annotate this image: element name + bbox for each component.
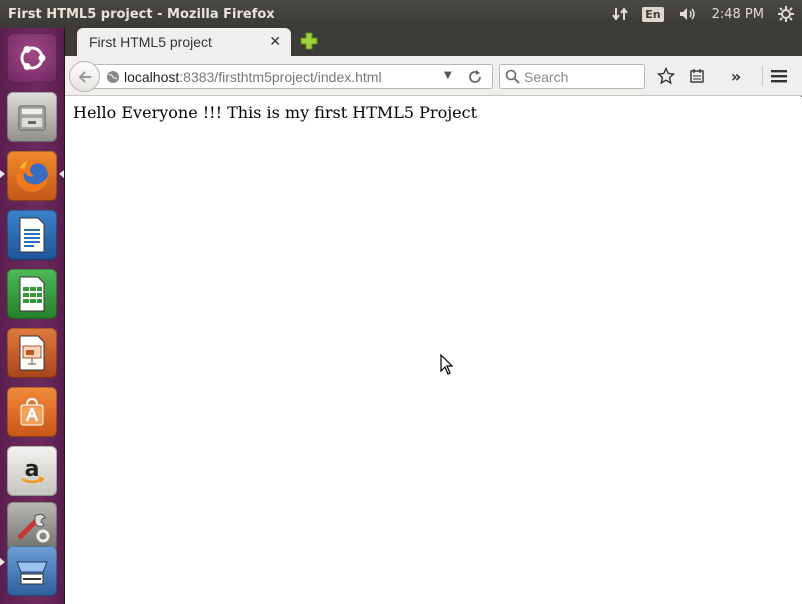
navigation-toolbar: localhost:8383/firsthtm5project/index.ht… bbox=[65, 56, 802, 96]
mouse-pointer-icon bbox=[440, 354, 454, 375]
ubuntu-logo-icon bbox=[20, 46, 46, 70]
clock[interactable]: 2:48 PM bbox=[712, 7, 764, 22]
network-icon[interactable] bbox=[612, 6, 629, 22]
workspaces-icon bbox=[16, 561, 48, 585]
calc-icon bbox=[19, 276, 45, 312]
url-host: localhost bbox=[124, 69, 180, 85]
launcher-item-dash[interactable] bbox=[7, 33, 57, 83]
url-path: :8383/firsthtm5project/index.html bbox=[179, 69, 382, 85]
hamburger-menu-icon[interactable] bbox=[767, 64, 791, 88]
launcher-item-amazon[interactable]: a bbox=[7, 446, 57, 496]
launcher-item-firefox[interactable] bbox=[7, 151, 57, 201]
globe-icon bbox=[107, 71, 119, 83]
back-button[interactable] bbox=[69, 61, 100, 92]
firefox-icon bbox=[16, 160, 48, 192]
focused-indicator bbox=[59, 170, 64, 178]
new-tab-icon[interactable] bbox=[300, 32, 318, 50]
url-bar[interactable]: localhost:8383/firsthtm5project/index.ht… bbox=[85, 64, 493, 89]
url-text: localhost:8383/firsthtm5project/index.ht… bbox=[124, 69, 382, 85]
svg-text:a: a bbox=[25, 457, 40, 482]
amazon-icon: a bbox=[21, 457, 45, 484]
search-icon bbox=[505, 69, 520, 84]
search-bar[interactable]: Search bbox=[499, 64, 645, 89]
launcher-item-software-center[interactable] bbox=[7, 387, 57, 437]
shopping-bag-icon bbox=[20, 397, 44, 426]
launcher-item-writer[interactable] bbox=[7, 210, 57, 260]
reload-icon[interactable] bbox=[466, 68, 484, 86]
tab-strip: First HTML5 project ✕ bbox=[65, 28, 802, 56]
launcher-item-impress[interactable] bbox=[7, 328, 57, 378]
page-content: Hello Everyone !!! This is my first HTML… bbox=[65, 97, 802, 604]
running-indicator bbox=[0, 558, 5, 566]
launcher: a bbox=[0, 28, 65, 604]
window-title: First HTML5 project - Mozilla Firefox bbox=[8, 6, 275, 22]
writer-icon bbox=[19, 217, 45, 253]
indicator-area: En 2:48 PM bbox=[612, 0, 794, 28]
running-indicator bbox=[0, 170, 5, 178]
volume-icon[interactable] bbox=[678, 6, 698, 22]
back-arrow-icon bbox=[78, 70, 91, 83]
launcher-item-workspaces[interactable] bbox=[7, 546, 57, 596]
close-tab-icon[interactable]: ✕ bbox=[269, 34, 281, 50]
launcher-item-files[interactable] bbox=[7, 92, 57, 142]
keyboard-layout-indicator[interactable]: En bbox=[642, 6, 664, 22]
launcher-item-settings[interactable] bbox=[7, 502, 57, 552]
file-cabinet-icon bbox=[18, 105, 46, 131]
search-placeholder: Search bbox=[524, 69, 569, 85]
impress-icon bbox=[19, 335, 45, 371]
tab-title: First HTML5 project bbox=[89, 34, 212, 50]
toolbar-separator bbox=[762, 66, 763, 86]
launcher-item-calc[interactable] bbox=[7, 269, 57, 319]
history-dropdown-icon[interactable]: ▼ bbox=[444, 70, 452, 81]
gear-icon[interactable] bbox=[778, 6, 794, 22]
page-body-text: Hello Everyone !!! This is my first HTML… bbox=[73, 103, 478, 122]
reading-list-icon[interactable] bbox=[685, 64, 709, 88]
tab-first-html5-project[interactable]: First HTML5 project ✕ bbox=[77, 28, 291, 56]
bookmark-star-icon[interactable] bbox=[654, 64, 678, 88]
overflow-chevron-icon[interactable]: » bbox=[724, 64, 748, 88]
top-panel: First HTML5 project - Mozilla Firefox En… bbox=[0, 0, 802, 28]
settings-icon bbox=[17, 513, 50, 543]
firefox-window: First HTML5 project ✕ localhost:8383/fir… bbox=[65, 28, 802, 604]
